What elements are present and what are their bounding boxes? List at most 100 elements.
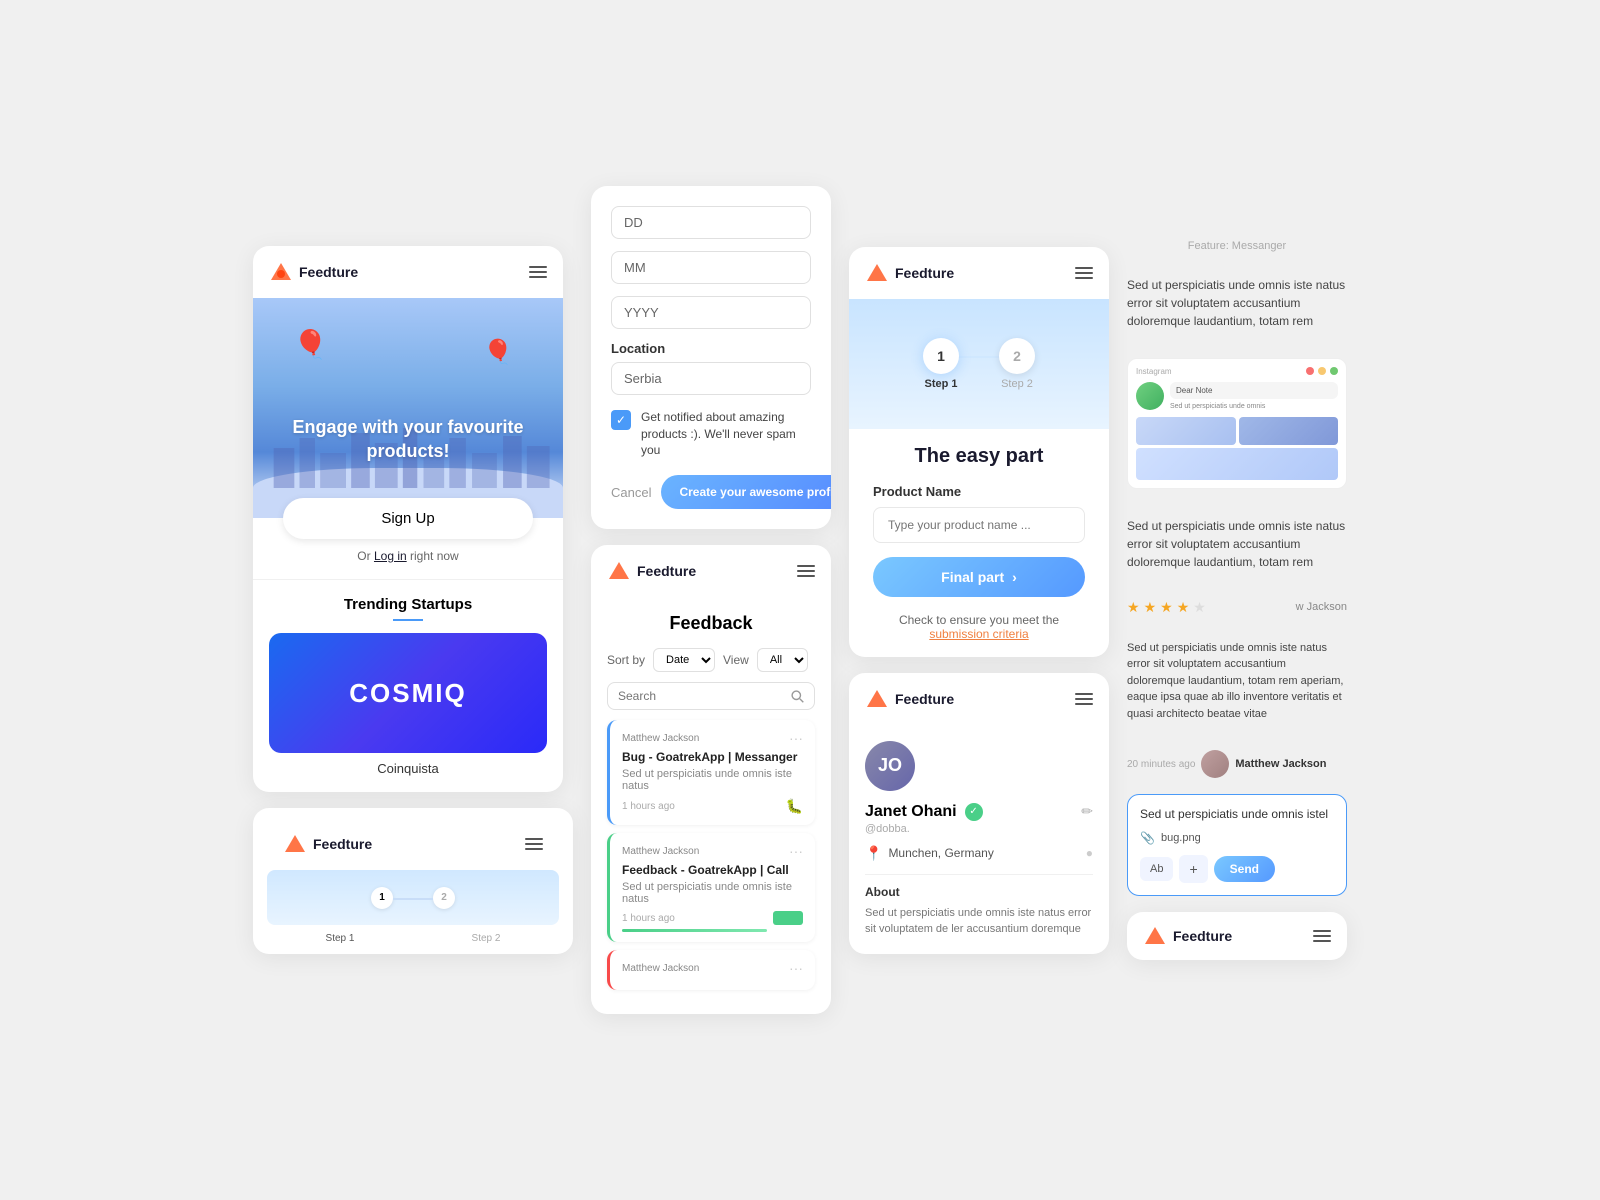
engage-hero-text: Engage with your favourite products! <box>253 416 563 463</box>
cancel-button[interactable]: Cancel <box>611 485 651 500</box>
engage-btn-area: Sign Up Or Log in right now <box>253 518 563 579</box>
stars-row: ★ ★ ★ ★ ★ w Jackson <box>1127 599 1347 616</box>
cosmiq-logo: COSMIQ <box>349 678 466 709</box>
star-3: ★ <box>1160 599 1173 616</box>
location-group: Location Serbia <box>611 341 811 395</box>
step-heading: The easy part <box>873 445 1085 468</box>
ms-chat-desc: Sed ut perspiciatis unde omnis <box>1170 402 1338 411</box>
submission-row: Check to ensure you meet the submission … <box>873 613 1085 641</box>
bottom-hamburger[interactable] <box>1313 930 1331 942</box>
feature-label: Feature: Messanger <box>1127 240 1347 252</box>
sort-date-select[interactable]: Date <box>653 648 715 672</box>
ms-image-2 <box>1239 417 1339 445</box>
card-mini-step: Feedture 1 2 Step 1 Step 2 <box>253 808 573 954</box>
attachment-filename: bug.png <box>1161 832 1201 844</box>
edit-icon[interactable]: ✏ <box>1081 803 1093 820</box>
ab-button[interactable]: Ab <box>1140 857 1173 881</box>
ms-chat-bubble-1: Dear Note <box>1170 382 1338 399</box>
feedback-more-1[interactable]: ··· <box>789 730 803 746</box>
product-name-input[interactable] <box>873 507 1085 543</box>
balloon-red-icon: 🎈 <box>293 328 328 361</box>
feedback-desc-1: Sed ut perspiciatis unde omnis iste natu… <box>622 768 803 792</box>
submission-criteria-link[interactable]: submission criteria <box>929 627 1028 641</box>
ms-logo-small: Instagram <box>1136 367 1172 376</box>
mini-step-1: 1 <box>371 887 393 909</box>
form-actions: Cancel Create your awesome profile <box>611 475 811 509</box>
mini-hamburger[interactable] <box>525 838 543 850</box>
feedback-footer-1: 1 hours ago 🐛 <box>622 798 803 815</box>
mm-select[interactable]: MM <box>611 251 811 284</box>
feedback-meta-3: Matthew Jackson ··· <box>622 960 803 976</box>
step-circle-2: 2 <box>999 338 1035 374</box>
step-hero: 1 Step 1 2 Step 2 <box>849 299 1109 429</box>
feedback-author-3: Matthew Jackson <box>622 963 699 974</box>
feedback-title-1: Bug - GoatrekApp | Messanger <box>622 750 803 764</box>
wizard-hamburger[interactable] <box>1075 267 1093 279</box>
signup-button[interactable]: Sign Up <box>283 498 533 539</box>
star-2: ★ <box>1144 599 1157 616</box>
feedback-more-2[interactable]: ··· <box>789 843 803 859</box>
reviewer-row: 20 minutes ago Matthew Jackson <box>1127 750 1347 778</box>
location-select[interactable]: Serbia <box>611 362 811 395</box>
feedback-title: Feedback <box>607 613 815 634</box>
profile-view-content: JO Janet Ohani ✓ ✏ @dobba. 📍 Munchen, Ge… <box>849 725 1109 954</box>
create-profile-button[interactable]: Create your awesome profile <box>661 475 831 509</box>
location-text: Munchen, Germany <box>888 846 993 860</box>
view-label: View <box>723 653 749 667</box>
window-close-dot <box>1306 367 1314 375</box>
login-link[interactable]: Log in <box>374 549 407 563</box>
feedback-meta-2: Matthew Jackson ··· <box>622 843 803 859</box>
plus-button[interactable]: + <box>1179 855 1207 883</box>
final-part-button[interactable]: Final part › <box>873 557 1085 597</box>
card-feedback: Feedture Feedback Sort by Date View All <box>591 545 831 1014</box>
step-label-1: Step 1 <box>924 378 957 390</box>
location-pin-icon: 📍 <box>865 845 882 862</box>
cosmiq-card[interactable]: COSMIQ <box>269 633 547 753</box>
mini-step-2: 2 <box>433 887 455 909</box>
notification-checkbox-row: Get notified about amazing products :). … <box>611 409 811 459</box>
profile-hamburger[interactable] <box>1075 693 1093 705</box>
trending-divider <box>393 619 423 621</box>
yyyy-select[interactable]: YYYY <box>611 296 811 329</box>
feedback-search-input[interactable] <box>618 689 790 703</box>
feedback-item-3[interactable]: Matthew Jackson ··· <box>607 950 815 990</box>
dd-select[interactable]: DD <box>611 206 811 239</box>
progress-indicator-2 <box>773 911 803 925</box>
send-button[interactable]: Send <box>1214 856 1275 882</box>
location-edit-icon[interactable]: ● <box>1086 846 1093 860</box>
feedback-more-3[interactable]: ··· <box>789 960 803 976</box>
feedback-hamburger[interactable] <box>797 565 815 577</box>
mm-group: MM <box>611 251 811 284</box>
bottom-logo-text: Feedture <box>1173 928 1232 944</box>
bug-icon-1: 🐛 <box>786 798 803 815</box>
feedback-header: Feedture <box>591 545 831 597</box>
feedback-search-bar <box>607 682 815 710</box>
sort-row: Sort by Date View All <box>607 648 815 672</box>
feedback-footer-2: 1 hours ago <box>622 911 803 925</box>
feedback-item-2[interactable]: Matthew Jackson ··· Feedback - GoatrekAp… <box>607 833 815 942</box>
yyyy-group: YYYY <box>611 296 811 329</box>
hamburger-menu[interactable] <box>529 266 547 278</box>
login-text: Or Log in right now <box>357 549 458 563</box>
wizard-header: Feedture <box>849 247 1109 299</box>
mini-logo-text: Feedture <box>313 836 372 852</box>
notification-text: Get notified about amazing products :). … <box>641 409 811 459</box>
chat-input-card: Sed ut perspiciatis unde omnis istel 📎 b… <box>1127 794 1347 896</box>
step-circle-1: 1 <box>923 338 959 374</box>
star-1: ★ <box>1127 599 1140 616</box>
feedback-author-2: Matthew Jackson <box>622 846 699 857</box>
ms-topbar: Instagram <box>1136 367 1338 376</box>
coinquista-label: Coinquista <box>269 761 547 776</box>
header-engage: Feedture <box>253 246 563 298</box>
mini-feedture-logo: Feedture <box>283 832 372 856</box>
window-max-dot <box>1330 367 1338 375</box>
notification-checkbox[interactable] <box>611 410 631 430</box>
column-1: Feedture 🎈 🎈 <box>253 246 573 954</box>
profile-logo-text: Feedture <box>895 691 954 707</box>
messenger-screenshot: Instagram Dear Note Sed ut perspiciatis … <box>1127 358 1347 489</box>
star-4: ★ <box>1177 599 1190 616</box>
feedback-item-1[interactable]: Matthew Jackson ··· Bug - GoatrekApp | M… <box>607 720 815 825</box>
reviewer-name-short: w Jackson <box>1296 601 1347 613</box>
review-1-text: Sed ut perspiciatis unde omnis iste natu… <box>1127 276 1347 330</box>
view-all-select[interactable]: All <box>757 648 808 672</box>
